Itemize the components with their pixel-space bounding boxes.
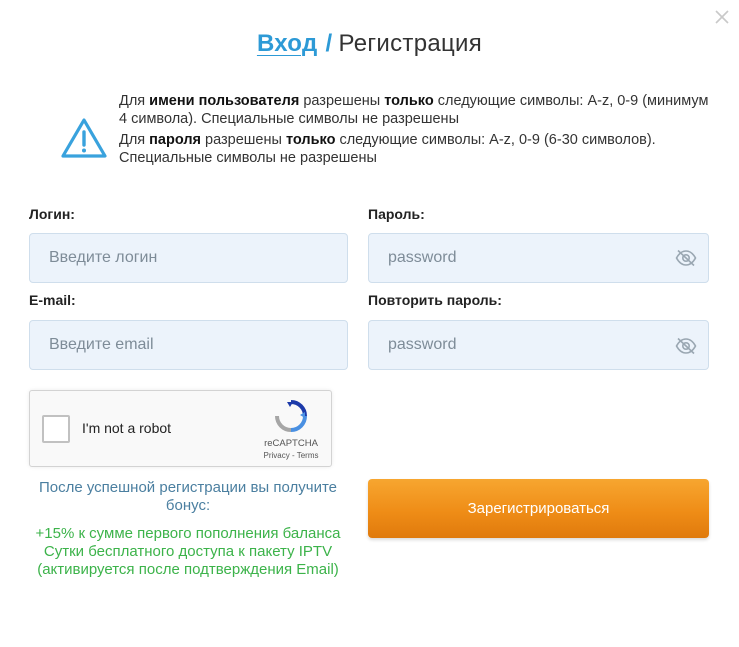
recaptcha-widget: I'm not a robot reCAPTCHA Privacy - Term…	[29, 390, 332, 467]
login-tab-link[interactable]: Вход	[257, 30, 318, 57]
recaptcha-logo-icon	[275, 400, 307, 432]
modal-title: Вход / Регистрация	[0, 28, 739, 60]
repeat-password-input[interactable]: password	[368, 320, 709, 370]
bonus-list: +15% к сумме первого пополнения баланса …	[28, 525, 348, 579]
warning-icon	[61, 118, 107, 158]
recaptcha-brand: reCAPTCHA	[264, 438, 318, 449]
password-rule: Для пароля разрешены только следующие си…	[119, 132, 656, 166]
username-rule: Для имени пользователя разрешены только …	[119, 93, 709, 127]
repeat-password-label: Повторить пароль:	[368, 292, 502, 308]
email-label: E-mail:	[29, 292, 76, 308]
register-button[interactable]: Зарегистрироваться	[368, 479, 709, 538]
password-label: Пароль:	[368, 206, 425, 222]
recaptcha-label: I'm not a robot	[82, 420, 172, 436]
close-icon	[715, 10, 729, 24]
bonus-item: +15% к сумме первого пополнения баланса	[35, 525, 341, 542]
password-input[interactable]: password	[368, 233, 709, 283]
login-label: Логин:	[29, 206, 75, 222]
repeat-password-visibility-toggle[interactable]	[675, 337, 697, 355]
close-button[interactable]	[711, 6, 733, 28]
eye-slash-icon	[675, 249, 697, 267]
register-title: Регистрация	[338, 30, 483, 57]
recaptcha-links[interactable]: Privacy - Terms	[250, 451, 332, 460]
title-separator: /	[325, 30, 333, 57]
eye-slash-icon	[675, 337, 697, 355]
password-visibility-toggle[interactable]	[675, 249, 697, 267]
recaptcha-checkbox[interactable]	[42, 415, 70, 443]
bonus-item: Сутки бесплатного доступа к пакету IPTV …	[37, 543, 339, 578]
registration-rules: Для имени пользователя разрешены только …	[119, 93, 719, 171]
login-input[interactable]: Введите логин	[29, 233, 348, 283]
email-input[interactable]: Введите email	[29, 320, 348, 370]
bonus-heading: После успешной регистрации вы получите б…	[38, 479, 338, 514]
